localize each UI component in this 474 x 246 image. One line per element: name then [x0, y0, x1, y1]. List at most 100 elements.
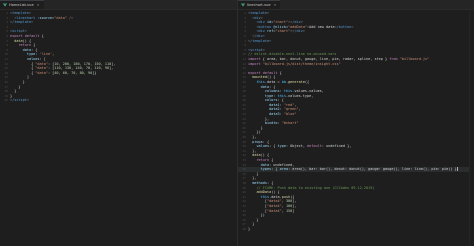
code-token: .values.type, — [285, 93, 314, 98]
code-token: push — [281, 194, 291, 199]
code-token: ], — [292, 203, 297, 208]
code-token: }, — [248, 116, 270, 121]
code-token: ], — [109, 66, 114, 71]
code-token: export default — [10, 33, 40, 38]
code-token: "green" — [283, 107, 299, 112]
code-token: ] — [10, 75, 29, 80]
code-token: button — [258, 24, 272, 29]
code-token: this — [256, 79, 265, 84]
code-token: mounted — [252, 75, 267, 80]
code-token: } — [10, 89, 17, 94]
code-token: > — [266, 11, 270, 15]
code-token: generate — [288, 79, 305, 84]
code-token: } — [10, 79, 25, 84]
code-token: [ — [248, 203, 267, 208]
code-token: 40, 60, 70, 80, 90 — [54, 70, 93, 75]
code-token: linechart — [16, 15, 36, 20]
code-token: 110, 130, 140, 70, 110, 90 — [54, 66, 110, 71]
code-token: types — [260, 167, 272, 172]
code-token: .data = — [264, 79, 282, 84]
tab-label: linechart.vue — [247, 3, 271, 7]
code-token: this — [260, 194, 270, 199]
code-token: @click — [273, 24, 286, 29]
code-line[interactable]: 48} — [238, 227, 474, 232]
code-token: .values.values, — [292, 89, 324, 94]
code-token: { — [31, 43, 36, 48]
code-token: > — [262, 47, 265, 52]
code-token: "data" — [35, 70, 48, 75]
code-token: export default — [248, 70, 278, 75]
code-token: type — [277, 144, 286, 149]
tab-homelist[interactable]: HomeList.vue × — [0, 0, 44, 9]
left-tab-bar: HomeList.vue × — [0, 0, 237, 10]
code-token: : { — [269, 84, 276, 89]
code-token: template — [250, 11, 267, 15]
code-token: : { — [269, 144, 278, 149]
code-token: ({ — [290, 194, 295, 199]
code-token: data — [252, 153, 261, 158]
code-token: [ — [248, 208, 267, 213]
code-token: { — [269, 158, 274, 162]
code-token: values — [26, 56, 40, 61]
tab-linechart[interactable]: linechart.vue × — [238, 0, 281, 9]
vue-file-icon — [241, 3, 245, 7]
code-token: "data4" — [266, 208, 282, 213]
code-token: "#chart" — [281, 121, 299, 126]
vue-file-icon — [3, 3, 7, 7]
code-token: : undefined, — [269, 162, 295, 167]
code-token: "data4" — [266, 203, 282, 208]
code-token: .data. — [269, 194, 282, 199]
code-token: }, — [248, 148, 257, 153]
code-token: () { — [271, 190, 280, 195]
code-token: } — [10, 93, 13, 98]
code-token: , — [298, 107, 301, 112]
code-token: } — [10, 84, 21, 89]
right-editor-pane[interactable]: linechart.vue × 1 <template> 2 <div> 3 <div… — [238, 0, 474, 246]
code-token: "billboard.js/dist/theme/insight.css" — [262, 61, 341, 66]
code-token: > — [351, 24, 354, 29]
code-token: : Object, — [285, 144, 308, 149]
code-token: bindto — [264, 121, 278, 126]
close-icon[interactable]: × — [274, 3, 277, 7]
code-token: ], — [111, 61, 116, 66]
right-tab-bar: linechart.vue × — [238, 0, 474, 10]
code-token: > — [260, 15, 263, 20]
code-token: template — [252, 38, 270, 43]
code-token: > — [262, 33, 265, 38]
code-token: ]} — [92, 70, 97, 75]
code-token: ] — [292, 208, 295, 213]
code-token: "addData" — [288, 24, 308, 29]
code-token: > — [26, 98, 29, 103]
code-token: "data4" — [266, 199, 282, 204]
code-token: () { — [266, 75, 276, 80]
code-token: > — [24, 29, 27, 34]
code-line[interactable]: 20 </script> — [0, 98, 237, 103]
right-code-editor[interactable]: 1 <template> 2 <div> 3 <div id="chart"></di… — [238, 11, 474, 246]
left-code-editor[interactable]: 1 <template> 2 <linechart :source="data" /… — [0, 11, 237, 246]
code-token: "chart" — [273, 20, 289, 25]
code-token: : undefined }, — [321, 144, 352, 149]
code-token: }, — [248, 176, 257, 181]
left-editor-pane[interactable]: HomeList.vue × 1 <template> 2 <linechart :… — [0, 0, 237, 246]
code-token: { — [277, 70, 282, 75]
code-token: return — [18, 43, 32, 48]
code-token: : [ — [39, 56, 46, 61]
code-token: : { — [266, 180, 274, 185]
code-token: } — [248, 222, 255, 227]
code-token: : { — [271, 167, 280, 172]
close-icon[interactable]: × — [37, 3, 40, 7]
code-token: area — [279, 167, 289, 172]
code-token: "data" — [54, 15, 67, 20]
line-number: 20 — [4, 98, 8, 103]
vertical-scrollbar[interactable] — [469, 11, 474, 246]
